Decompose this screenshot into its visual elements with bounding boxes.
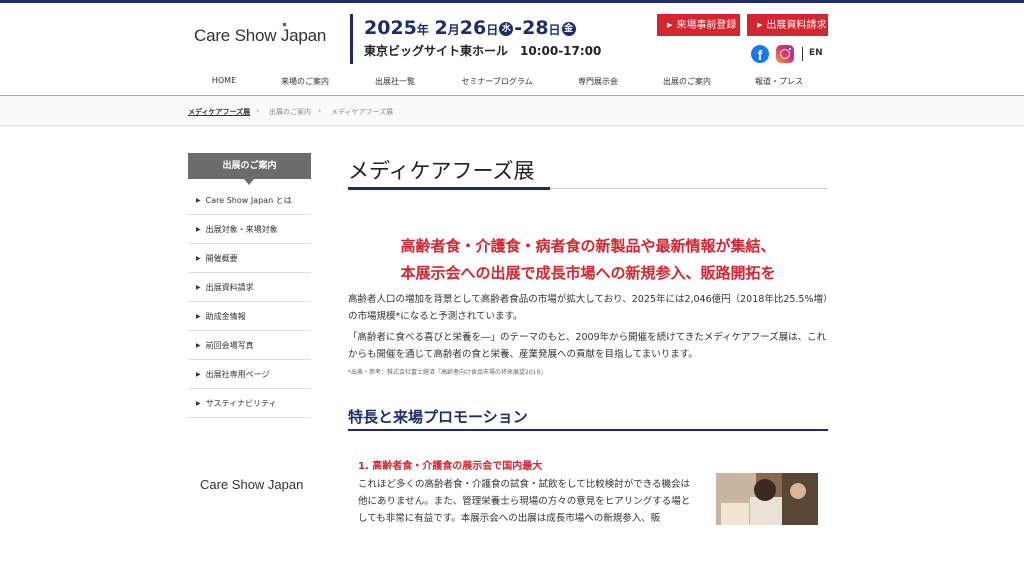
nav-exhibitor-list[interactable]: 出展社一覧 [360, 76, 430, 90]
weekday-badge-end: 金 [561, 22, 576, 36]
title-underline [348, 187, 550, 190]
nav-press[interactable]: 報道・プレス [744, 76, 814, 90]
sidebar-item-exhibitor-page[interactable]: ▶ 出展社専用ページ [188, 360, 311, 389]
breadcrumb-separator: › [318, 106, 322, 115]
triangle-right-icon: ▶ [196, 341, 201, 349]
theme-paragraph: 「高齢者に食べる喜びと栄養を―」のテーマのもと、2009年から開催を続けてきたメ… [348, 332, 827, 360]
breadcrumb-current: メディケアフーズ展 [331, 108, 394, 116]
breadcrumb-item[interactable]: メディケアフーズ展 [188, 107, 250, 117]
sidebar-item-subsidy[interactable]: ▶ 助成金情報 [188, 302, 311, 331]
nav-specialized-exhibitions[interactable]: 専門展示会 [568, 76, 628, 90]
breadcrumb [0, 96, 1024, 126]
event-date: 2025年 2月26日水 -28日金 [364, 17, 577, 39]
play-triangle-icon: ▶ [757, 21, 763, 29]
sidebar-item-sustainability[interactable]: ▶ サスティナビリティ [188, 389, 311, 418]
section-rule [348, 429, 828, 431]
weekday-badge-start: 水 [499, 22, 514, 36]
sidebar-heading: 出展のご案内 [188, 153, 311, 185]
lang-separator [802, 47, 803, 61]
feature-title: 1. 高齢者食・介護食の展示会で国内最大 [358, 461, 543, 472]
feature-text: これほど多くの高齢者食・介護食の試食・試飲をして比較検討ができる機会は他にありま… [358, 479, 691, 524]
logo-j: J [280, 23, 290, 45]
sidebar-item-request[interactable]: ▶ 出展資料請求 [188, 273, 311, 302]
nav-exhibit-info[interactable]: 出展のご案内 [652, 76, 722, 90]
instagram-icon[interactable] [776, 45, 794, 63]
lead-text-2: 本展示会への出展で成長市場への新規参入、販路開拓を [400, 264, 776, 282]
language-en-link[interactable]: EN [809, 48, 823, 58]
triangle-right-icon: ▶ [196, 283, 201, 291]
logo-text-2: apan [289, 26, 327, 45]
nav-visitor-info[interactable]: 来場のご案内 [270, 76, 340, 90]
section-title: 特長と来場プロモーション [348, 408, 528, 426]
triangle-right-icon: ▶ [196, 312, 201, 320]
logo-text-1: Care Show [194, 26, 281, 45]
sidebar-logo[interactable]: Care Show Japan [200, 477, 303, 492]
source-note: *出典・参考：株式会社富士経済「高齢者向け食品市場の将来展望2019」 [348, 369, 547, 376]
visitor-registration-button[interactable]: ▶ 来場事前登録 [657, 14, 740, 36]
nav-home[interactable]: HOME [196, 76, 252, 90]
page-title: メディケアフーズ展 [348, 159, 535, 183]
facebook-icon[interactable]: f [751, 45, 769, 63]
intro-paragraph: 高齢者人口の増加を背景として高齢者食品の市場が拡大しており、2025年には2,0… [348, 294, 828, 322]
breadcrumb-item[interactable]: 出展のご案内 [269, 107, 311, 117]
triangle-right-icon: ▶ [196, 196, 201, 204]
exhibit-request-button[interactable]: ▶ 出展資料請求 [747, 14, 828, 36]
top-accent-bar [0, 0, 1024, 3]
sidebar-item-overview[interactable]: ▶ 開催概要 [188, 244, 311, 273]
site-logo[interactable]: Care Show Japan [194, 23, 327, 46]
triangle-right-icon: ▶ [196, 399, 201, 407]
sidebar-item-target[interactable]: ▶ 出展対象・来場対象 [188, 215, 311, 244]
event-venue: 東京ビッグサイト東ホール 10:00-17:00 [364, 44, 602, 58]
lead-text-1: 高齢者食・介護食・病者食の新製品や最新情報が集結、 [400, 237, 776, 255]
breadcrumb-separator: › [256, 106, 260, 115]
header-divider [350, 14, 353, 64]
triangle-right-icon: ▶ [196, 254, 201, 262]
play-triangle-icon: ▶ [667, 21, 673, 29]
exhibition-photo [716, 473, 818, 525]
nav-seminar-program[interactable]: セミナープログラム [452, 76, 542, 90]
triangle-right-icon: ▶ [196, 225, 201, 233]
triangle-right-icon: ▶ [196, 370, 201, 378]
sidebar-item-photos[interactable]: ▶ 前回会場写真 [188, 331, 311, 360]
sidebar-item-about[interactable]: ▶ Care Show Japan とは [188, 186, 311, 215]
